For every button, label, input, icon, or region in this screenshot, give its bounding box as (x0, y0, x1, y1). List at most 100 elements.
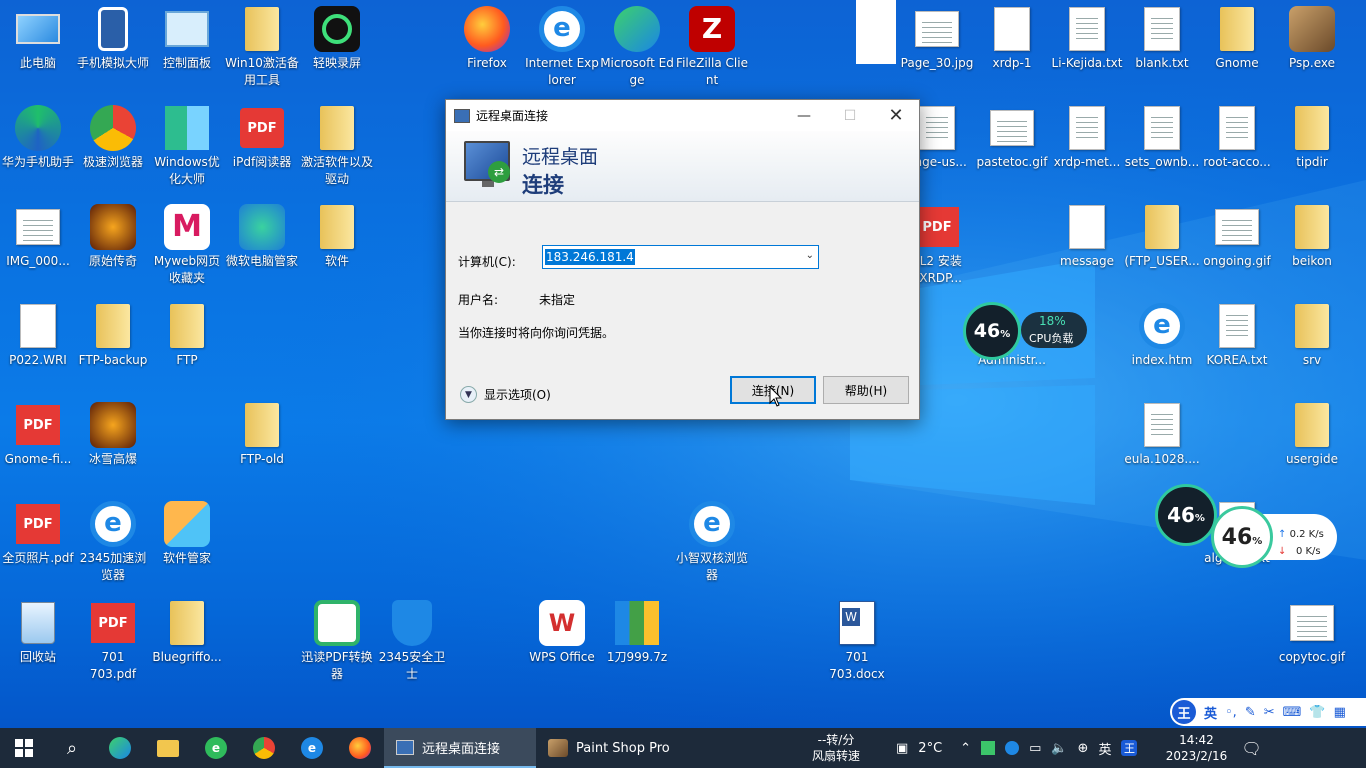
desktop-icon[interactable]: e 小智双核浏览器 (674, 495, 750, 584)
desktop-icon[interactable]: Gnome (1199, 0, 1275, 72)
desktop-icon[interactable]: eula.1028.... (1124, 396, 1200, 468)
desktop-icon[interactable]: PDF iPdf阅读器 (224, 99, 300, 171)
shirt-icon[interactable]: 👕 (1309, 705, 1325, 720)
desktop-icon[interactable]: PDF 全页照片.pdf (0, 495, 76, 567)
desktop-icon[interactable]: FTP-old (224, 396, 300, 468)
desktop-icon[interactable]: 软件管家 (149, 495, 225, 567)
show-options-toggle[interactable]: ▼ 显示选项(O) (460, 386, 551, 403)
network-gauge-widget[interactable]: 46% 46% ↑ 0.2 K/s ↓ 0 K/s (1155, 484, 1337, 568)
tray-chevron-up-icon[interactable]: ⌃ (960, 741, 971, 756)
desktop-icon[interactable]: Z FileZilla Client (674, 0, 750, 89)
desktop-icon[interactable]: IMG_000... (0, 198, 76, 270)
desktop-icon[interactable]: W 701 703.docx (819, 594, 895, 683)
desktop-icon[interactable]: 激活软件以及驱动 (299, 99, 375, 188)
computer-value[interactable]: 183.246.181.4 (545, 249, 635, 265)
notification-icon[interactable]: 🗨 (1241, 739, 1261, 758)
desktop-icon[interactable]: 冰雪高爆 (75, 396, 151, 468)
desktop-icon[interactable]: M Myweb网页收藏夹 (149, 198, 225, 287)
desktop-icon[interactable]: 控制面板 (149, 0, 225, 72)
clock[interactable]: 14:42 2023/2/16 (1161, 732, 1231, 764)
desktop-icon[interactable]: 2345安全卫士 (374, 594, 450, 683)
desktop-icon[interactable]: 回收站 (0, 594, 76, 666)
computer-combobox[interactable]: 183.246.181.4 ⌄ (542, 245, 819, 269)
ime-mode[interactable]: 英 (1204, 703, 1217, 722)
battery-icon[interactable]: ▭ (1029, 741, 1041, 756)
close-button[interactable]: ✕ (873, 100, 919, 131)
desktop-icon[interactable]: 迅读PDF转换器 (299, 594, 375, 683)
desktop-icon[interactable]: tipdir (1274, 99, 1350, 171)
desktop-icon[interactable]: W WPS Office (524, 594, 600, 666)
taskbar-app-rdp[interactable]: 远程桌面连接 (384, 728, 536, 768)
chevron-down-icon[interactable]: ⌄ (806, 250, 814, 261)
desktop-icon[interactable]: Win10激活备用工具 (224, 0, 300, 89)
desktop-icon[interactable]: 微软电脑管家 (224, 198, 300, 270)
desktop-icon[interactable]: Windows优化大师 (149, 99, 225, 188)
desktop-icon[interactable]: FTP (149, 297, 225, 369)
keyboard-icon[interactable]: ⌨ (1283, 705, 1302, 720)
desktop-icon[interactable]: Psp.exe (1274, 0, 1350, 72)
desktop-icon[interactable]: e Internet Explorer (524, 0, 600, 89)
desktop-icon[interactable]: Page_30.jpg (899, 0, 975, 72)
grid-icon[interactable]: ▦ (1334, 705, 1346, 720)
desktop-icon[interactable]: 华为手机助手 (0, 99, 76, 171)
desktop-icon[interactable]: 手机模拟大师 (75, 0, 151, 72)
desktop-icon[interactable]: e index.htm (1124, 297, 1200, 369)
start-button[interactable] (0, 728, 48, 768)
desktop-icon[interactable]: Bluegriffo... (149, 594, 225, 666)
weather-icon[interactable]: ▣ (896, 741, 908, 756)
desktop-icon[interactable]: root-acco... (1199, 99, 1275, 171)
desktop-icon[interactable]: FTP-backup (75, 297, 151, 369)
tray-app-green-icon[interactable] (981, 741, 996, 755)
taskbar-browser-icon[interactable]: e (192, 728, 240, 768)
taskbar-chrome-icon[interactable] (240, 728, 288, 768)
desktop-icon[interactable]: message (1049, 198, 1125, 270)
language-indicator[interactable]: 英 (1098, 739, 1111, 758)
desktop-icon[interactable]: (FTP_USER... (1124, 198, 1200, 270)
desktop-icon[interactable]: Firefox (449, 0, 525, 72)
taskbar-explorer-icon[interactable] (144, 728, 192, 768)
pen-icon[interactable]: ✎ (1245, 705, 1256, 720)
ime-logo-icon[interactable]: 王 (1172, 700, 1196, 724)
desktop-icon[interactable]: pastetoc.gif (974, 99, 1050, 171)
desktop-icon[interactable]: Li-Kejida.txt (1049, 0, 1125, 72)
desktop-icon[interactable]: KOREA.txt (1199, 297, 1275, 369)
minimize-button[interactable]: — (781, 100, 827, 131)
desktop-icon[interactable]: PDF 701 703.pdf (75, 594, 151, 683)
desktop-icon[interactable]: xrdp-met... (1049, 99, 1125, 171)
desktop-icon[interactable]: P022.WRI (0, 297, 76, 369)
desktop-icon[interactable]: PDF Gnome-fi... (0, 396, 76, 468)
desktop-icon[interactable]: sets_ownb... (1124, 99, 1200, 171)
weather-temp[interactable]: 2°C (918, 741, 942, 756)
desktop-icon[interactable]: xrdp-1 (974, 0, 1050, 72)
volume-icon[interactable]: 🔈 (1051, 741, 1067, 756)
ime-toolbar[interactable]: 王 英 ◦, ✎ ✂ ⌨ 👕 ▦ (1170, 698, 1366, 726)
desktop-icon[interactable]: 极速浏览器 (75, 99, 151, 171)
desktop-icon[interactable]: beikon (1274, 198, 1350, 270)
dialog-titlebar[interactable]: 远程桌面连接 — ☐ ✕ (446, 100, 919, 131)
scissors-icon[interactable]: ✂ (1264, 705, 1275, 720)
help-button[interactable]: 帮助(H) (823, 376, 909, 404)
desktop-icon[interactable]: 轻映录屏 (299, 0, 375, 72)
maximize-button[interactable]: ☐ (827, 100, 873, 131)
tray-app-blue-icon[interactable] (1005, 741, 1020, 755)
taskbar-ie-icon[interactable]: e (288, 728, 336, 768)
desktop-icon[interactable]: blank.txt (1124, 0, 1200, 72)
desktop-icon[interactable]: 软件 (299, 198, 375, 270)
taskbar-app-psp[interactable]: Paint Shop Pro (536, 728, 702, 768)
desktop-icon[interactable]: ongoing.gif (1199, 198, 1275, 270)
ime-tray-icon[interactable]: 王 (1121, 740, 1138, 756)
desktop-icon[interactable]: usergide (1274, 396, 1350, 468)
search-icon[interactable]: ⌕ (48, 728, 96, 768)
desktop-icon[interactable]: 原始传奇 (75, 198, 151, 270)
punctuation-icon[interactable]: ◦, (1225, 705, 1237, 720)
desktop-icon[interactable]: e 2345加速浏览器 (75, 495, 151, 584)
desktop-icon[interactable]: copytoc.gif (1274, 594, 1350, 666)
desktop-icon[interactable]: 1刀999.7z (599, 594, 675, 666)
desktop-icon[interactable]: 此电脑 (0, 0, 76, 72)
taskbar-edge-icon[interactable] (96, 728, 144, 768)
network-globe-icon[interactable]: ⊕ (1078, 741, 1089, 756)
desktop-icon[interactable]: Microsoft Edge (599, 0, 675, 89)
fan-speed-widget[interactable]: --转/分 风扇转速 (796, 732, 876, 764)
desktop-icon[interactable]: srv (1274, 297, 1350, 369)
cpu-gauge-widget[interactable]: 46% 18% CPU负载 (963, 302, 1087, 360)
